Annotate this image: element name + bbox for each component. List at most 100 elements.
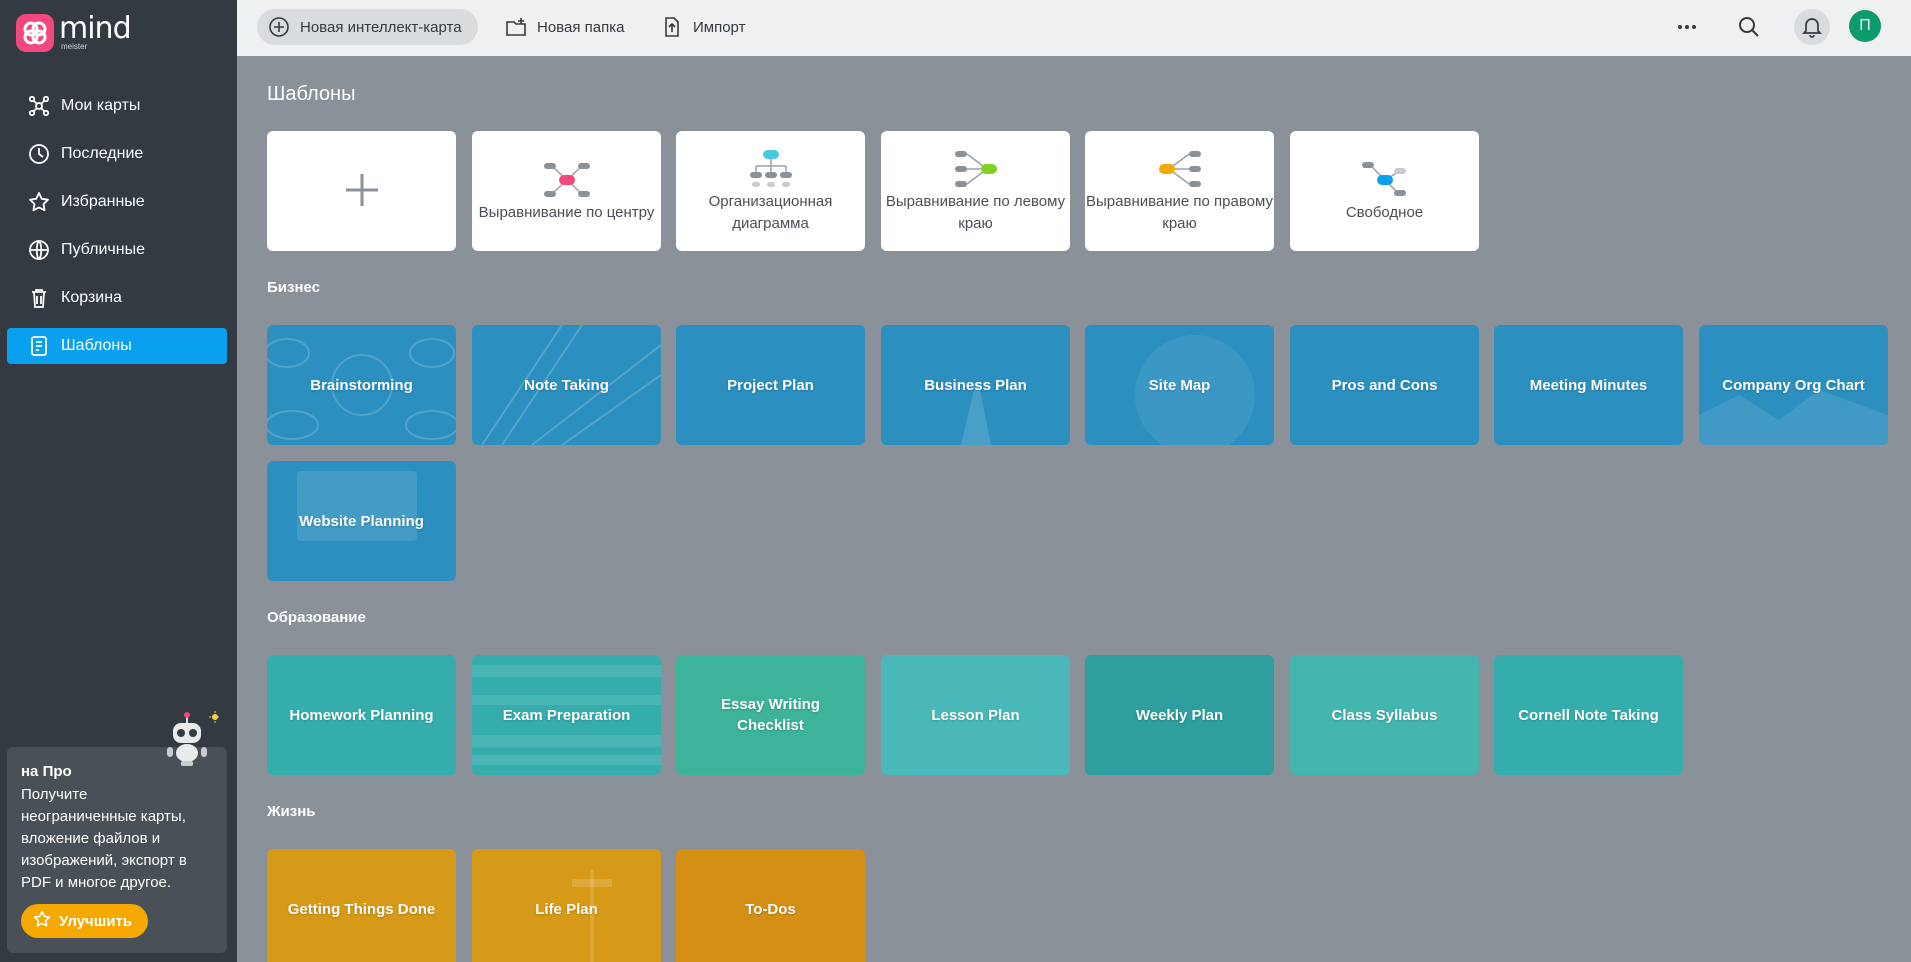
new-mind-map-label: Новая интеллект-карта	[300, 18, 462, 36]
template-tile[interactable]: Class Syllabus	[1290, 655, 1479, 775]
sidebar-item-templates[interactable]: Шаблоны	[7, 328, 227, 364]
plus-circle-icon	[268, 16, 290, 38]
template-tile-label: Meeting Minutes	[1529, 376, 1648, 394]
template-tile[interactable]: Meeting Minutes	[1494, 325, 1683, 445]
sidebar: mind meister Мои карты Последние Избранн…	[0, 0, 237, 962]
import-button[interactable]: Импорт	[650, 9, 761, 45]
left-layout-icon	[951, 147, 1001, 191]
template-tile-label: Website Planning	[299, 512, 424, 530]
sidebar-item-label: Последние	[61, 145, 144, 162]
upgrade-button[interactable]: Улучшить	[21, 904, 149, 938]
template-card-label: Организационная диаграмма	[708, 193, 833, 232]
logo-icon	[16, 14, 54, 52]
template-tile[interactable]: Company Org Chart	[1699, 325, 1888, 445]
template-tile-label: Note Taking	[524, 376, 609, 394]
template-tile-label: Homework Planning	[289, 706, 434, 724]
free-layout-icon	[1360, 158, 1410, 202]
template-tile[interactable]: Essay Writing Checklist	[676, 655, 865, 775]
template-tile[interactable]: Cornell Note Taking	[1494, 655, 1683, 775]
user-avatar[interactable]: П	[1849, 10, 1881, 42]
sidebar-nav: Мои карты Последние Избранные Публичные …	[7, 88, 227, 376]
template-tile-label: Site Map	[1148, 376, 1211, 394]
more-icon[interactable]	[1669, 9, 1705, 45]
template-tile[interactable]: Project Plan	[676, 325, 865, 445]
template-card-free[interactable]: Свободное	[1290, 131, 1479, 251]
template-tile-label: Getting Things Done	[287, 900, 436, 918]
mindmap-icon	[27, 94, 51, 118]
import-label: Импорт	[693, 18, 746, 36]
top-toolbar: Новая интеллект-карта Новая папка Импорт…	[237, 0, 1911, 56]
template-tile-label: Project Plan	[727, 376, 814, 394]
template-card-org-chart[interactable]: Организационная диаграмма	[676, 131, 865, 251]
template-tile[interactable]: Homework Planning	[267, 655, 456, 775]
folder-plus-icon	[505, 16, 527, 38]
section-title-life: Жизнь	[267, 803, 316, 820]
search-icon[interactable]	[1731, 9, 1767, 45]
template-card-label: Выравнивание по правому краю	[1086, 193, 1273, 232]
right-layout-icon	[1155, 147, 1205, 191]
logo[interactable]: mind meister	[16, 11, 132, 52]
star-icon	[27, 190, 51, 214]
template-tile[interactable]: Getting Things Done	[267, 849, 456, 962]
page-title: Шаблоны	[267, 83, 356, 105]
template-card-left[interactable]: Выравнивание по левому краю	[881, 131, 1070, 251]
template-tile-label: To-Dos	[745, 900, 796, 918]
sidebar-item-recent[interactable]: Последние	[7, 136, 227, 172]
template-tile[interactable]: To-Dos	[676, 849, 865, 962]
template-tile-label: Life Plan	[535, 900, 598, 918]
sidebar-item-label: Корзина	[61, 289, 122, 306]
upgrade-button-label: Улучшить	[59, 912, 133, 930]
template-card-center[interactable]: Выравнивание по центру	[472, 131, 661, 251]
new-folder-button[interactable]: Новая папка	[494, 9, 640, 45]
template-card-label: Выравнивание по центру	[478, 204, 655, 221]
template-tile-label: Exam Preparation	[502, 706, 631, 724]
template-card-label: Свободное	[1345, 204, 1424, 221]
sidebar-item-trash[interactable]: Корзина	[7, 280, 227, 316]
section-title-education: Образование	[267, 609, 366, 626]
template-tile[interactable]: Weekly Plan	[1085, 655, 1274, 775]
sidebar-item-label: Публичные	[61, 241, 145, 258]
clock-icon	[27, 142, 51, 166]
template-tile-label: Essay Writing Checklist	[721, 696, 820, 734]
template-tile-label: Weekly Plan	[1135, 706, 1224, 724]
template-tile-label: Class Syllabus	[1331, 706, 1438, 724]
template-tile[interactable]: Exam Preparation	[472, 655, 661, 775]
globe-icon	[27, 238, 51, 262]
robot-icon	[167, 711, 219, 772]
template-tile[interactable]: Site Map	[1085, 325, 1274, 445]
template-tile[interactable]: Pros and Cons	[1290, 325, 1479, 445]
new-mind-map-button[interactable]: Новая интеллект-карта	[257, 9, 478, 45]
sidebar-item-public[interactable]: Публичные	[7, 232, 227, 268]
org-chart-icon	[746, 147, 796, 191]
template-icon	[27, 334, 51, 358]
template-tile-label: Company Org Chart	[1722, 376, 1865, 394]
template-card-label: Выравнивание по левому краю	[885, 193, 1066, 232]
star-icon	[33, 910, 51, 932]
section-title-business: Бизнес	[267, 279, 321, 296]
template-tile[interactable]: Lesson Plan	[881, 655, 1070, 775]
blank-template-card[interactable]	[267, 131, 456, 251]
sidebar-item-label: Шаблоны	[61, 337, 132, 354]
sidebar-item-label: Избранные	[61, 193, 145, 210]
sidebar-item-my-maps[interactable]: Мои карты	[7, 88, 227, 124]
template-card-right[interactable]: Выравнивание по правому краю	[1085, 131, 1274, 251]
template-tile-label: Brainstorming	[310, 376, 413, 394]
promo-text: Получите неограниченные карты, вложение …	[21, 786, 187, 891]
template-tile-label: Pros and Cons	[1331, 376, 1438, 394]
template-tile[interactable]: Brainstorming	[267, 325, 456, 445]
logo-text: mind	[59, 11, 132, 46]
import-icon	[661, 16, 683, 38]
template-tile[interactable]: Life Plan	[472, 849, 661, 962]
center-layout-icon	[542, 158, 592, 202]
template-tile[interactable]: Website Planning	[267, 461, 456, 581]
template-tile[interactable]: Business Plan	[881, 325, 1070, 445]
sidebar-item-favorites[interactable]: Избранные	[7, 184, 227, 220]
sidebar-item-label: Мои карты	[61, 97, 141, 114]
new-folder-label: Новая папка	[537, 18, 625, 36]
template-tile-label: Business Plan	[924, 376, 1027, 394]
notifications-icon[interactable]	[1794, 9, 1830, 45]
plus-icon	[342, 163, 382, 219]
template-tile-label: Cornell Note Taking	[1518, 706, 1659, 724]
trash-icon	[27, 286, 51, 310]
template-tile[interactable]: Note Taking	[472, 325, 661, 445]
